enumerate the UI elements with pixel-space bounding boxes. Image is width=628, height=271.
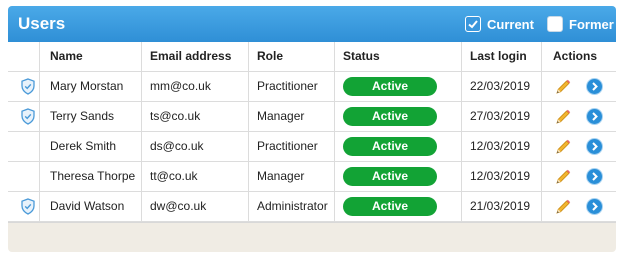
cell-email: tt@co.uk [150, 169, 198, 183]
column-header-name[interactable]: Name [50, 42, 83, 71]
status-badge: Active [343, 167, 437, 186]
table-row[interactable]: Theresa Thorpe tt@co.uk Manager Active 12/03… [8, 162, 616, 192]
cell-role: Practitioner [257, 79, 318, 93]
table-row[interactable]: David Watson dw@co.uk Administrator Active 2… [8, 192, 616, 222]
users-table: Name Email address Role Status Last logi… [8, 42, 616, 223]
shield-icon [21, 108, 35, 125]
column-header-email[interactable]: Email address [150, 42, 231, 71]
checkmark-icon [468, 20, 478, 29]
arrow-right-circle-icon[interactable] [586, 198, 603, 215]
cell-name: Derek Smith [50, 139, 117, 153]
arrow-right-circle-icon[interactable] [586, 108, 603, 125]
panel-title: Users [18, 14, 66, 33]
column-header-actions: Actions [553, 49, 598, 63]
cell-role: Practitioner [257, 139, 318, 153]
cell-role: Manager [257, 169, 305, 183]
table-row[interactable]: Derek Smith ds@co.uk Practitioner Active 12/… [8, 132, 616, 162]
cell-last-login: 21/03/2019 [470, 199, 531, 213]
cell-last-login: 27/03/2019 [470, 109, 531, 123]
pencil-icon[interactable] [554, 168, 572, 186]
cell-last-login: 12/03/2019 [470, 169, 531, 183]
pencil-icon[interactable] [554, 108, 572, 126]
panel-header: Users Current Former [8, 6, 616, 42]
table-row[interactable]: Mary Morstan mm@co.uk Practitioner Active 22… [8, 72, 616, 102]
cell-last-login: 12/03/2019 [470, 139, 531, 153]
column-header-last-login[interactable]: Last login [470, 42, 527, 71]
table-header-row: Name Email address Role Status Last logi… [8, 42, 616, 72]
cell-role: Administrator [257, 199, 328, 213]
filter-former[interactable]: Former [547, 15, 614, 33]
users-panel: Users Current Former Name Email address … [8, 6, 616, 252]
former-checkbox[interactable] [547, 16, 563, 32]
pencil-icon[interactable] [554, 198, 572, 216]
former-label: Former [569, 16, 614, 32]
cell-name: Mary Morstan [50, 79, 124, 93]
shield-icon [21, 78, 35, 95]
status-badge: Active [343, 77, 437, 96]
cell-email: mm@co.uk [150, 79, 211, 93]
filter-current[interactable]: Current [465, 15, 534, 33]
arrow-right-circle-icon[interactable] [586, 168, 603, 185]
column-header-role[interactable]: Role [257, 42, 283, 71]
column-header-status[interactable]: Status [343, 42, 380, 71]
cell-role: Manager [257, 109, 305, 123]
current-label: Current [487, 16, 534, 32]
cell-email: ts@co.uk [150, 109, 201, 123]
pencil-icon[interactable] [554, 138, 572, 156]
cell-email: ds@co.uk [150, 139, 204, 153]
shield-icon [21, 198, 35, 215]
current-checkbox[interactable] [465, 16, 481, 32]
cell-name: Theresa Thorpe [50, 169, 136, 183]
status-badge: Active [343, 137, 437, 156]
cell-name: Terry Sands [50, 109, 115, 123]
status-badge: Active [343, 197, 437, 216]
cell-name: David Watson [50, 199, 125, 213]
status-badge: Active [343, 107, 437, 126]
arrow-right-circle-icon[interactable] [586, 138, 603, 155]
cell-email: dw@co.uk [150, 199, 207, 213]
arrow-right-circle-icon[interactable] [586, 78, 603, 95]
table-row[interactable]: Terry Sands ts@co.uk Manager Active 27/03/20… [8, 102, 616, 132]
pencil-icon[interactable] [554, 78, 572, 96]
cell-last-login: 22/03/2019 [470, 79, 531, 93]
